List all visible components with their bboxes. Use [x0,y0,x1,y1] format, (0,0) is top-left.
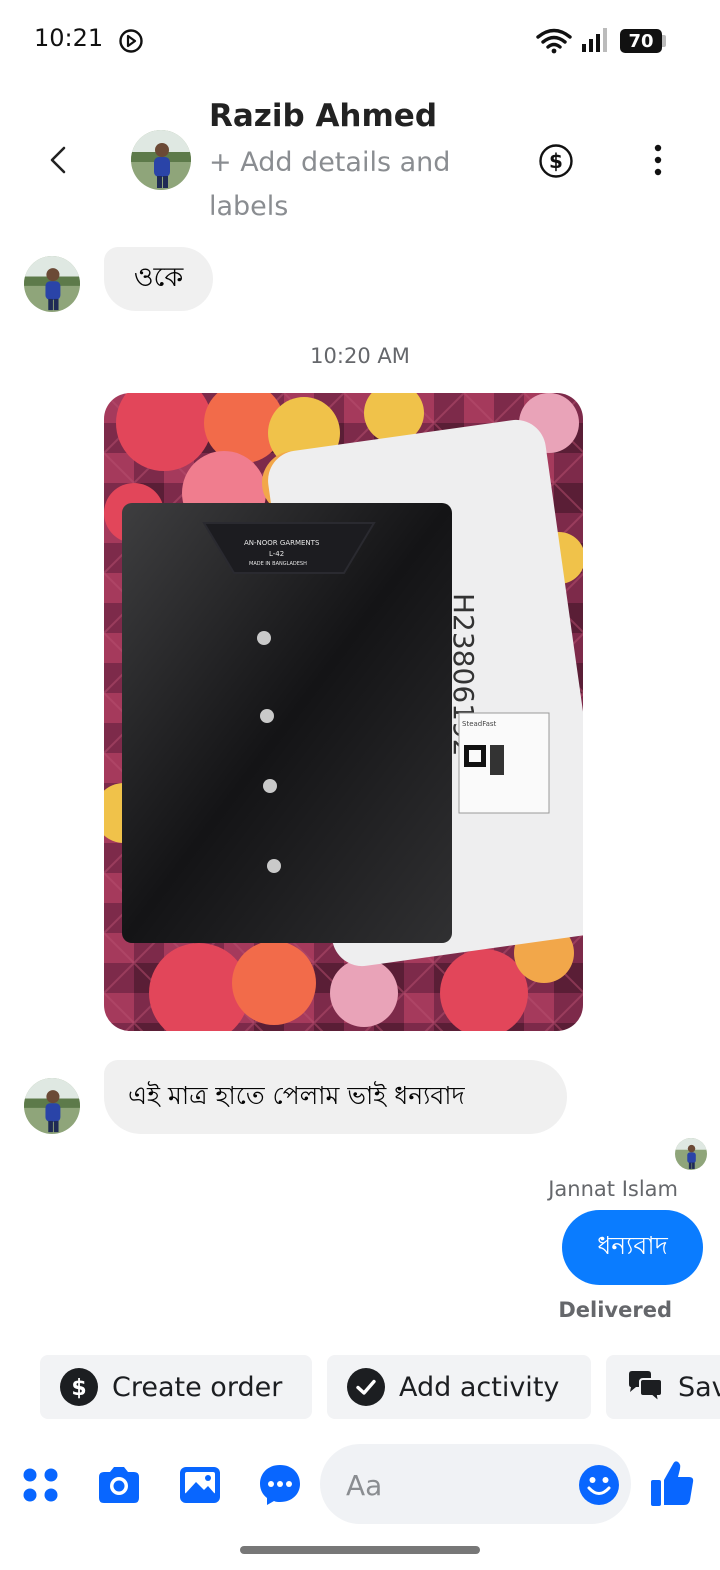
chip-label: Create order [112,1371,283,1403]
contact-name[interactable]: Razib Ahmed [209,98,437,134]
contact-avatar[interactable] [131,130,191,190]
reply-sender-name: Jannat Islam [548,1177,678,1201]
back-button[interactable] [40,140,80,180]
garment-label-size: L-42 [269,550,284,558]
gallery-icon[interactable] [177,1462,223,1508]
add-activity-button[interactable]: Add activity [327,1355,591,1419]
sender-avatar[interactable] [24,256,80,312]
cellular-signal-icon [582,28,607,52]
emoji-icon[interactable] [578,1464,620,1506]
shipping-label-brand: SteadFast [462,720,497,728]
dollar-circle-icon: $ [60,1368,98,1406]
status-time: 10:21 [34,24,104,52]
svg-text:$: $ [71,1376,86,1401]
avatar-photo [24,1078,80,1134]
chip-label: Saved replies [678,1371,720,1403]
outgoing-message-bubble[interactable]: ধন্যবাদ [562,1210,703,1285]
garment-label-origin: MADE IN BANGLADESH [249,561,307,567]
incoming-message-bubble[interactable]: ওকে [104,247,213,311]
garment-label-brand: AN-NOOR GARMENTS [244,539,320,547]
sender-avatar[interactable] [24,1078,80,1134]
battery-level: 70 [628,30,654,52]
add-details-link[interactable]: + Add details and labels [209,141,509,229]
battery-tip [662,35,666,47]
chat-bubbles-icon [629,1371,663,1405]
message-input[interactable] [344,1462,578,1508]
svg-text:$: $ [549,149,563,173]
apps-grid-icon[interactable] [18,1462,64,1508]
message-text: ধন্যবাদ [597,1231,668,1260]
product-photo: H23806192 SteadFast AN-NOOR GARMENTS L-4… [104,393,583,1031]
create-order-button[interactable]: $ Create order [40,1355,312,1419]
battery-indicator: 70 [620,29,662,53]
thumbs-up-icon[interactable] [649,1458,695,1508]
message-timestamp: 10:20 AM [310,344,410,368]
incoming-message-bubble[interactable]: এই মাত্র হাতে পেলাম ভাই ধন্যবাদ [104,1060,567,1134]
home-indicator [240,1546,480,1554]
message-text: ওকে [133,261,184,293]
avatar-photo [24,256,80,312]
do-not-disturb-icon [119,29,143,53]
avatar-photo [131,130,191,190]
messenger-bubble-icon[interactable] [257,1462,303,1508]
payment-dollar-icon[interactable]: $ [538,143,574,179]
seen-avatar [675,1138,707,1170]
delivery-status: Delivered [558,1298,672,1322]
message-text: এই মাত্র হাতে পেলাম ভাই ধন্যবাদ [128,1080,465,1110]
saved-replies-button[interactable]: Saved replies [606,1355,720,1419]
camera-icon[interactable] [96,1462,142,1508]
check-circle-icon [347,1368,385,1406]
chip-label: Add activity [399,1371,560,1403]
avatar-photo [675,1138,707,1170]
wifi-icon [536,28,572,54]
more-options-icon[interactable] [648,142,668,182]
shared-photo[interactable]: H23806192 SteadFast AN-NOOR GARMENTS L-4… [104,393,583,1031]
